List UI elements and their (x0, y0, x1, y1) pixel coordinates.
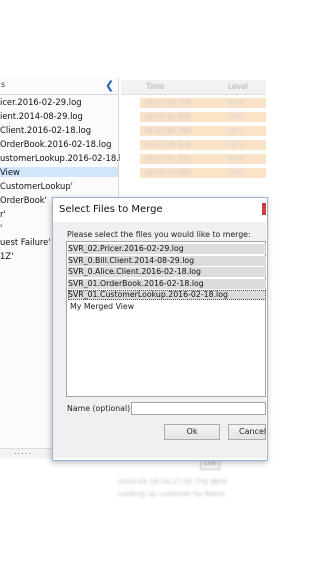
tree-item-filter-3[interactable]: r' (0, 209, 6, 219)
tree-item-merged-view[interactable]: View (0, 167, 118, 177)
tree-item-filter-orderbook[interactable]: OrderBook' (0, 195, 47, 205)
log-row-time: 04:27:35.776 (144, 99, 192, 107)
detail-pane: 2016-02-18 04:27:35.776 INFO Looking up … (112, 458, 266, 518)
file-item-alice-client[interactable]: SVR_0.Alice.Client.2016-02-18.log (68, 267, 266, 277)
log-row-time: 04:27:37.382 (144, 169, 192, 177)
file-item-merged-view[interactable]: My Merged View (70, 302, 134, 311)
tree-panel-header (0, 80, 118, 95)
tree-item-customerlookup-log[interactable]: ustomerLookup.2016-02-18.log (0, 153, 132, 163)
tree-item-filter-5[interactable]: ' (0, 223, 2, 233)
log-row-level: INFO (228, 141, 245, 149)
log-row-time: 04:27:37.237 (144, 155, 192, 163)
collapse-arrow-icon[interactable]: ❮ (105, 79, 114, 92)
detail-line: Looking up customer by Name (118, 490, 226, 498)
splitter-grip[interactable]: ..... (14, 447, 32, 456)
column-header-level[interactable]: Level (228, 82, 248, 91)
log-row-level: INFO (228, 113, 245, 121)
dialog-title: Select Files to Merge (59, 204, 163, 215)
ok-button[interactable]: Ok (164, 424, 220, 440)
dialog-prompt: Please select the files you would like t… (67, 230, 251, 239)
tree-item-filter-z[interactable]: 1Z' (0, 251, 13, 261)
cancel-button[interactable]: Cancel (228, 424, 266, 440)
file-item-pricer[interactable]: SVR_02.Pricer.2016-02-29.log (68, 244, 266, 254)
name-input[interactable] (131, 402, 266, 415)
tree-item-pricer-log[interactable]: icer.2016-02-29.log (0, 97, 82, 107)
log-row-level: INFO (228, 169, 245, 177)
name-label: Name (optional): (67, 404, 133, 413)
tree-item-filter-request-failure[interactable]: uest Failure' (0, 237, 51, 247)
tree-item-orderbook-log[interactable]: OrderBook.2016-02-18.log (0, 139, 111, 149)
log-row-time: 04:27:36.928 (144, 141, 192, 149)
log-row-level: INFO (228, 155, 245, 163)
log-row-level: INFO (228, 99, 245, 107)
file-item-orderbook[interactable]: SVR_01.OrderBook.2016-02-18.log (68, 279, 266, 289)
tree-panel-title: s (1, 80, 6, 89)
file-item-bill-client[interactable]: SVR_0.Bill.Client.2014-08-29.log (68, 256, 266, 266)
log-row-time: 04:27:36.694 (144, 113, 192, 121)
log-row-time: 04:27:36.766 (144, 127, 192, 135)
close-icon[interactable] (262, 203, 266, 215)
column-header-time[interactable]: Time (146, 82, 164, 91)
tree-item-filter-customerlookup[interactable]: CustomerLookup' (0, 181, 73, 191)
tree-item-bill-client-log[interactable]: ient.2014-08-29.log (0, 111, 83, 121)
file-item-customerlookup[interactable]: SVR_01.CustomerLookup.2016-02-18.log (68, 290, 266, 300)
log-row-level: INFO (228, 127, 245, 135)
detail-line: 2016-02-18 04:27:35.776 INFO (118, 478, 227, 486)
tree-item-alice-client-log[interactable]: Client.2016-02-18.log (0, 125, 91, 135)
